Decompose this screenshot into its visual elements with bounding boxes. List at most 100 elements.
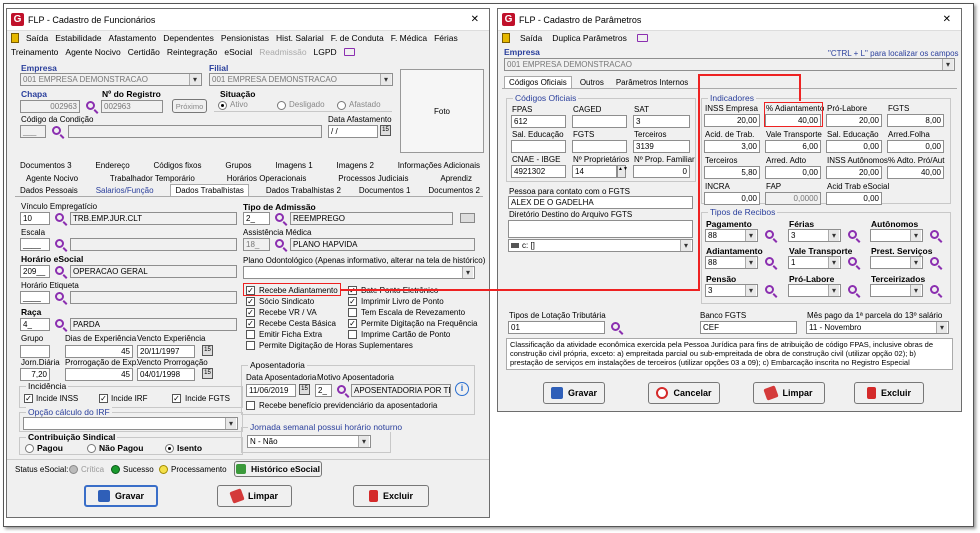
gravar-button[interactable]: Gravar xyxy=(543,382,605,404)
menu-duplica-parametros[interactable]: Duplica Parâmetros xyxy=(552,33,627,43)
limpar-button[interactable]: Limpar xyxy=(753,382,825,404)
menu-afastamento[interactable]: Afastamento xyxy=(109,33,157,43)
radio-ativo[interactable] xyxy=(218,101,227,110)
opcao-irf-select[interactable] xyxy=(23,417,238,430)
pro-labore-input[interactable]: 20,00 xyxy=(826,114,882,127)
vale-transporte-select[interactable]: 1 xyxy=(788,256,841,269)
calendar-icon[interactable]: 15 xyxy=(202,368,213,379)
pensao-select[interactable]: 3 xyxy=(705,284,758,297)
ferias-select[interactable]: 3 xyxy=(788,229,841,242)
search-pagamento-icon[interactable] xyxy=(765,230,774,239)
search-autonomos-icon[interactable] xyxy=(930,230,939,239)
autonomos-select[interactable] xyxy=(870,229,923,242)
diretorio-fgts-input[interactable] xyxy=(508,220,693,238)
inss-autonomos-input[interactable]: 20,00 xyxy=(826,166,882,179)
cesta-basica-checkbox[interactable]: ✓ xyxy=(246,319,255,328)
lotacao-input[interactable]: 01 xyxy=(508,321,605,334)
fap-input[interactable]: 0,0000 xyxy=(765,192,821,205)
prorrogacao-input[interactable]: 45 xyxy=(65,368,133,381)
menu-reintegracao[interactable]: Reintegração xyxy=(167,47,218,57)
search-horario-etiqueta-icon[interactable] xyxy=(55,292,64,301)
close-button[interactable]: ✕ xyxy=(471,14,479,25)
chapa-input[interactable]: 002963 xyxy=(20,100,80,113)
assistencia-code[interactable]: 18_ xyxy=(243,238,270,251)
radio-desligado[interactable] xyxy=(277,101,286,110)
menu-certidao[interactable]: Certidão xyxy=(128,47,160,57)
escala-revezamento-checkbox[interactable] xyxy=(348,308,357,317)
arred-adto-input[interactable]: 0,00 xyxy=(765,166,821,179)
jornada-diaria-input[interactable]: 7,20 xyxy=(20,368,50,381)
search-adiantamento-icon[interactable] xyxy=(765,257,774,266)
menu-treinamento[interactable]: Treinamento xyxy=(11,47,58,57)
menu-agente-nocivo[interactable]: Agente Nocivo xyxy=(65,47,120,57)
jornada-noturno-select[interactable]: N - Não xyxy=(247,435,371,448)
search-ferias-icon[interactable] xyxy=(848,230,857,239)
radio-afastado[interactable] xyxy=(337,101,346,110)
pagamento-select[interactable]: 88 xyxy=(705,229,758,242)
tab-grupos[interactable]: Grupos xyxy=(224,159,252,172)
sal-educacao-input[interactable] xyxy=(511,140,566,153)
search-lotacao-icon[interactable] xyxy=(611,322,620,331)
prest-servicos-select[interactable] xyxy=(870,256,923,269)
calendar-icon[interactable]: 15 xyxy=(380,125,391,136)
horario-etiqueta-code[interactable]: ____ xyxy=(20,291,50,304)
search-tipo-admissao-icon[interactable] xyxy=(275,213,284,222)
n-prop-familiar-input[interactable]: 0 xyxy=(633,165,690,178)
menu-saida[interactable]: Saída xyxy=(520,33,542,43)
socio-sindicato-checkbox[interactable]: ✓ xyxy=(246,297,255,306)
search-escala-icon[interactable] xyxy=(55,239,64,248)
tab-imagens-1[interactable]: Imagens 1 xyxy=(274,159,313,172)
tab-documentos-3[interactable]: Documentos 3 xyxy=(19,159,73,172)
condicao-code[interactable]: ___ xyxy=(20,125,46,138)
historico-esocial-button[interactable]: Histórico eSocial xyxy=(234,461,322,477)
terceirizados-select[interactable] xyxy=(870,284,923,297)
terceiros-ind-input[interactable]: 5,80 xyxy=(704,166,760,179)
filial-select[interactable]: 001 EMPRESA DEMONSTRACAO xyxy=(209,73,393,86)
photo-box[interactable]: Foto xyxy=(400,69,484,153)
tab-imagens-2[interactable]: Imagens 2 xyxy=(336,159,375,172)
tipo-admissao-code[interactable]: 2_ xyxy=(243,212,270,225)
inss-empresa-input[interactable]: 20,00 xyxy=(704,114,760,127)
escala-code[interactable]: ____ xyxy=(20,238,50,251)
horas-suplementares-checkbox[interactable] xyxy=(246,341,255,350)
bate-ponto-checkbox[interactable]: ✓ xyxy=(348,286,357,295)
envelope-icon[interactable] xyxy=(460,213,475,223)
menu-estabilidade[interactable]: Estabilidade xyxy=(55,33,101,43)
radio-nao-pagou[interactable] xyxy=(87,444,96,453)
proximo-button[interactable]: Próximo xyxy=(172,99,207,113)
beneficio-aposentadoria-checkbox[interactable] xyxy=(246,401,255,410)
menu-esocial[interactable]: eSocial xyxy=(224,47,252,57)
sat-input[interactable]: 3 xyxy=(633,115,690,128)
search-pensao-icon[interactable] xyxy=(765,285,774,294)
pct-adto-pro-aut-input[interactable]: 40,00 xyxy=(887,166,944,179)
livro-ponto-checkbox[interactable]: ✓ xyxy=(348,297,357,306)
screen-icon[interactable] xyxy=(636,34,648,42)
search-raca-icon[interactable] xyxy=(55,319,64,328)
search-vale-transporte-icon[interactable] xyxy=(848,257,857,266)
cartao-ponto-checkbox[interactable] xyxy=(348,330,357,339)
tab-endereco[interactable]: Endereço xyxy=(94,159,130,172)
motivo-aposentadoria-code[interactable]: 2_ xyxy=(315,384,332,397)
plano-odonto-select[interactable] xyxy=(243,266,475,279)
calendar-icon[interactable]: 15 xyxy=(202,345,213,356)
limpar-button[interactable]: Limpar xyxy=(217,485,292,507)
tab-informacoes-adicionais[interactable]: Informações Adicionais xyxy=(397,159,481,172)
menu-saida[interactable]: Saída xyxy=(26,33,48,43)
search-condicao-icon[interactable] xyxy=(52,126,61,135)
terceiros-input[interactable]: 3139 xyxy=(633,140,690,153)
mes-13-select[interactable]: 11 - Novembro xyxy=(806,321,949,334)
close-button[interactable]: ✕ xyxy=(943,14,951,25)
incide-inss-checkbox[interactable]: ✓ xyxy=(24,394,33,403)
menu-lgpd[interactable]: LGPD xyxy=(314,47,337,57)
info-icon[interactable]: i xyxy=(455,382,469,396)
tab-codigos-fixos[interactable]: Códigos fixos xyxy=(152,159,202,172)
vencto-prorrogacao-input[interactable]: 04/01/1998 xyxy=(137,368,195,381)
vencto-experiencia-input[interactable]: 20/11/1997 xyxy=(137,345,195,358)
registro-input[interactable]: 002963 xyxy=(101,100,163,113)
incide-fgts-checkbox[interactable]: ✓ xyxy=(172,394,181,403)
cnae-input[interactable]: 4921302 xyxy=(511,165,566,178)
search-motivo-icon[interactable] xyxy=(337,385,346,394)
sal-educacao-ind-input[interactable]: 0,00 xyxy=(826,140,882,153)
search-prest-servicos-icon[interactable] xyxy=(930,257,939,266)
calendar-icon[interactable]: 15 xyxy=(299,384,310,395)
